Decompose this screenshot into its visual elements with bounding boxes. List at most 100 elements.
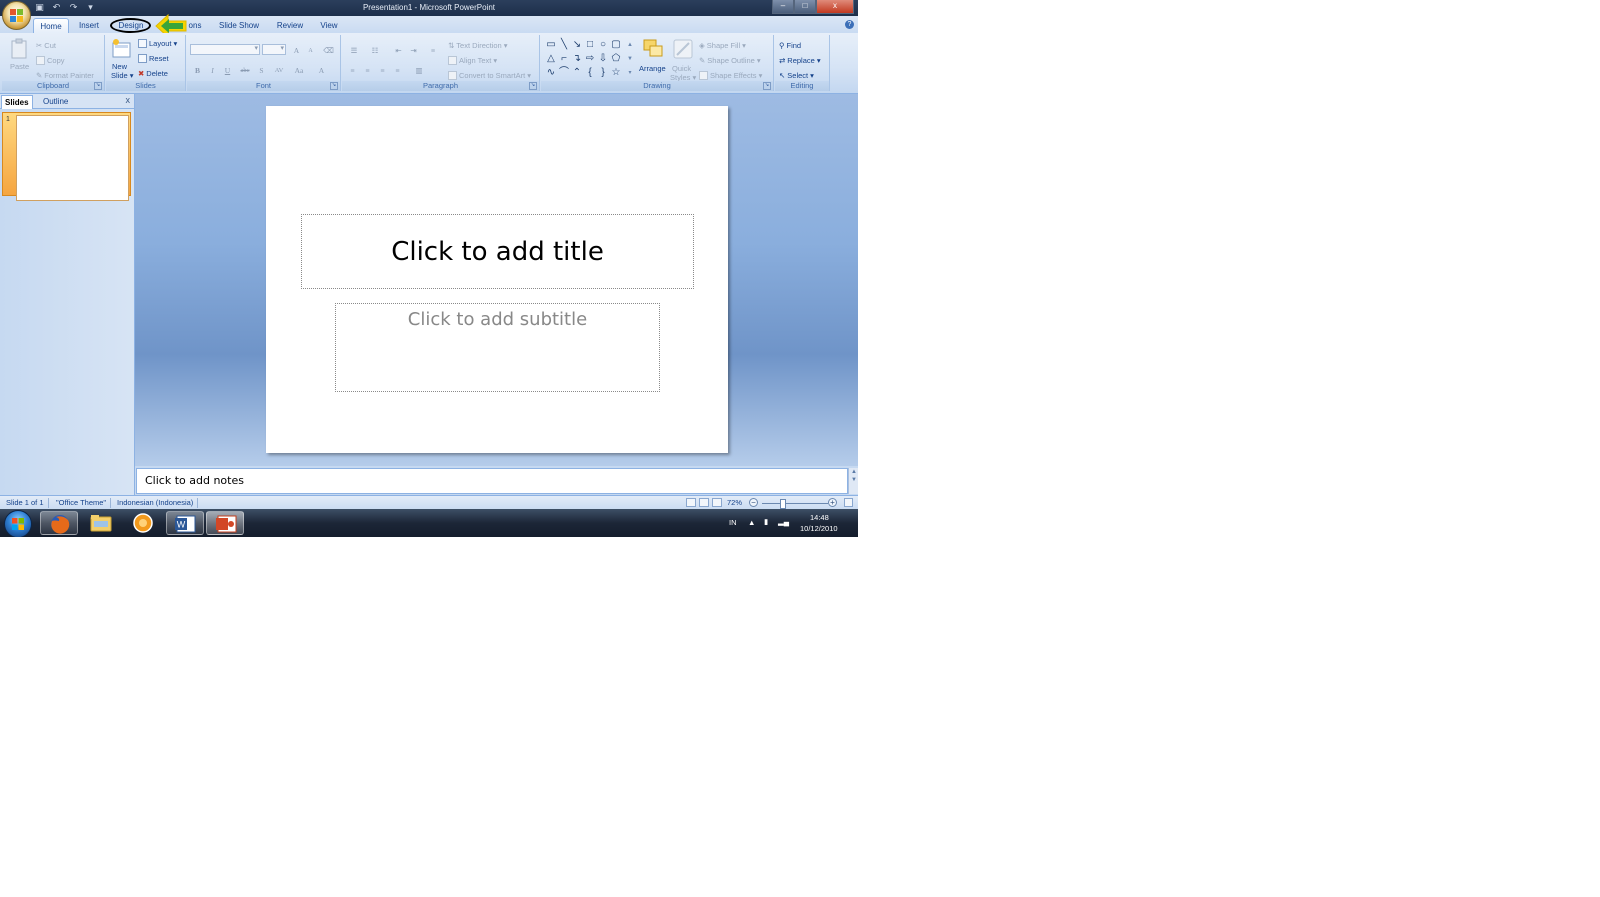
layout-button[interactable]: Layout ▾: [138, 39, 177, 48]
tab-home[interactable]: Home: [33, 18, 69, 34]
format-painter-button[interactable]: ✎ Format Painter: [36, 71, 94, 80]
gallery-scroll-up-icon[interactable]: ▲: [624, 39, 636, 51]
new-slide-button[interactable]: New: [112, 62, 127, 71]
arrange-icon[interactable]: [642, 38, 664, 60]
fit-slide-icon[interactable]: [844, 498, 853, 507]
save-icon[interactable]: ▣: [34, 2, 45, 13]
help-icon[interactable]: ?: [845, 20, 854, 29]
line-spacing-icon[interactable]: ≡: [424, 44, 442, 55]
textbox-shape-icon[interactable]: ▭: [545, 39, 557, 51]
slide-thumbnail[interactable]: [16, 115, 129, 201]
triangle-shape-icon[interactable]: △: [545, 53, 557, 65]
font-color-button[interactable]: A: [315, 64, 328, 75]
zoom-slider-track[interactable]: [762, 503, 828, 504]
freeform-shape-icon[interactable]: ⌒: [558, 67, 570, 79]
character-spacing-button[interactable]: AV: [271, 64, 287, 75]
bullets-icon[interactable]: ☰: [345, 44, 363, 55]
pane-close-icon[interactable]: x: [126, 95, 131, 105]
pentagon-shape-icon[interactable]: ⬠: [610, 53, 622, 65]
elbow-arrow-shape-icon[interactable]: ↴: [571, 53, 583, 65]
shrink-font-button[interactable]: A: [304, 45, 317, 56]
slide-sorter-view-icon[interactable]: [699, 498, 709, 507]
subtitle-placeholder[interactable]: Click to add subtitle: [335, 303, 660, 392]
taskbar-powerpoint[interactable]: [206, 511, 244, 535]
drawing-launcher-icon[interactable]: ↘: [763, 82, 771, 90]
align-left-icon[interactable]: ≡: [346, 64, 359, 75]
replace-button[interactable]: ⇄ Replace ▾: [779, 56, 821, 65]
gallery-scroll-down-icon[interactable]: ▼: [624, 53, 636, 65]
curve-shape-icon[interactable]: ∿: [545, 67, 557, 79]
star-shape-icon[interactable]: ☆: [610, 67, 622, 79]
underline-button[interactable]: U: [221, 64, 234, 75]
strikethrough-button[interactable]: abc: [237, 64, 253, 75]
office-button[interactable]: [2, 1, 31, 30]
italic-button[interactable]: I: [206, 64, 219, 75]
oval-shape-icon[interactable]: ○: [597, 39, 609, 51]
minimize-button[interactable]: –: [772, 0, 794, 14]
align-center-icon[interactable]: ≡: [361, 64, 374, 75]
slide-canvas[interactable]: Click to add title Click to add subtitle: [266, 106, 728, 453]
taskbar-firefox[interactable]: [40, 511, 78, 535]
rectangle-shape-icon[interactable]: □: [584, 39, 596, 51]
decrease-indent-icon[interactable]: ⇤: [392, 44, 405, 55]
tray-language[interactable]: IN: [729, 518, 737, 527]
taskbar-explorer[interactable]: [82, 511, 120, 535]
slide-thumbnail-selected[interactable]: 1: [2, 112, 131, 201]
tab-slide-show[interactable]: Slide Show: [214, 18, 264, 33]
arrow-line-shape-icon[interactable]: ↘: [571, 39, 583, 51]
shape-effects-button[interactable]: Shape Effects ▾: [699, 71, 762, 80]
shape-fill-button[interactable]: ◈ Shape Fill ▾: [699, 41, 746, 50]
close-button[interactable]: x: [816, 0, 854, 14]
battery-icon[interactable]: ▮: [764, 517, 768, 526]
taskbar-media-player[interactable]: [124, 511, 162, 535]
status-language[interactable]: Indonesian (Indonesia): [113, 498, 199, 508]
align-right-icon[interactable]: ≡: [376, 64, 389, 75]
line-shape-icon[interactable]: ╲: [558, 39, 570, 51]
justify-icon[interactable]: ≡: [391, 64, 404, 75]
left-brace-shape-icon[interactable]: {: [584, 67, 596, 79]
network-signal-icon[interactable]: ▂▄: [778, 517, 789, 526]
new-slide-icon[interactable]: [111, 38, 133, 60]
copy-button[interactable]: Copy: [36, 56, 65, 65]
arrange-button[interactable]: Arrange: [639, 64, 666, 73]
rounded-rect-shape-icon[interactable]: ▢: [610, 39, 622, 51]
shape-outline-button[interactable]: ✎ Shape Outline ▾: [699, 56, 761, 65]
scroll-down-icon[interactable]: ▼: [849, 476, 858, 484]
paragraph-launcher-icon[interactable]: ↘: [529, 82, 537, 90]
zoom-level[interactable]: 72%: [727, 498, 742, 507]
right-arrow-shape-icon[interactable]: ⇨: [584, 53, 596, 65]
notes-pane[interactable]: Click to add notes: [136, 468, 848, 494]
status-theme[interactable]: "Office Theme": [52, 498, 112, 508]
tab-slides[interactable]: Slides: [1, 95, 33, 109]
text-shadow-button[interactable]: S: [255, 64, 268, 75]
redo-icon[interactable]: ↷: [68, 2, 79, 13]
taskbar-word[interactable]: W: [166, 511, 204, 535]
maximize-button[interactable]: □: [794, 0, 816, 14]
shapes-gallery[interactable]: ▭ ╲ ↘ □ ○ ▢ △ ⌐ ↴ ⇨ ⇩ ⬠ ∿ ⌒ ⌃ { } ☆ ▲ ▼: [544, 39, 636, 81]
numbering-icon[interactable]: ☷: [366, 44, 384, 55]
tab-insert[interactable]: Insert: [72, 18, 106, 33]
clear-formatting-icon[interactable]: ⌫: [322, 44, 335, 55]
arc-shape-icon[interactable]: ⌃: [571, 67, 583, 79]
grow-font-button[interactable]: A: [290, 44, 303, 55]
down-arrow-shape-icon[interactable]: ⇩: [597, 53, 609, 65]
paste-button[interactable]: Paste: [10, 62, 29, 71]
align-text-button[interactable]: Align Text ▾: [448, 56, 497, 65]
undo-icon[interactable]: ↶: [51, 2, 62, 13]
slide-show-view-icon[interactable]: [712, 498, 722, 507]
paste-icon[interactable]: [9, 38, 31, 60]
tray-time[interactable]: 14:48: [810, 513, 829, 522]
tab-review[interactable]: Review: [272, 18, 308, 33]
zoom-slider-handle[interactable]: [780, 499, 786, 509]
tab-view[interactable]: View: [314, 18, 344, 33]
bold-button[interactable]: B: [191, 64, 204, 75]
quick-styles-icon[interactable]: [672, 38, 694, 60]
vertical-scrollbar[interactable]: ▲ ▼: [848, 468, 858, 494]
tray-date[interactable]: 10/12/2010: [800, 524, 838, 533]
title-placeholder[interactable]: Click to add title: [301, 214, 694, 289]
delete-button[interactable]: ✖ Delete: [138, 69, 168, 78]
customize-qat-icon[interactable]: ▾: [85, 2, 96, 13]
right-brace-shape-icon[interactable]: }: [597, 67, 609, 79]
quick-styles-button[interactable]: Quick: [672, 64, 691, 73]
columns-icon[interactable]: ▥: [410, 64, 428, 75]
